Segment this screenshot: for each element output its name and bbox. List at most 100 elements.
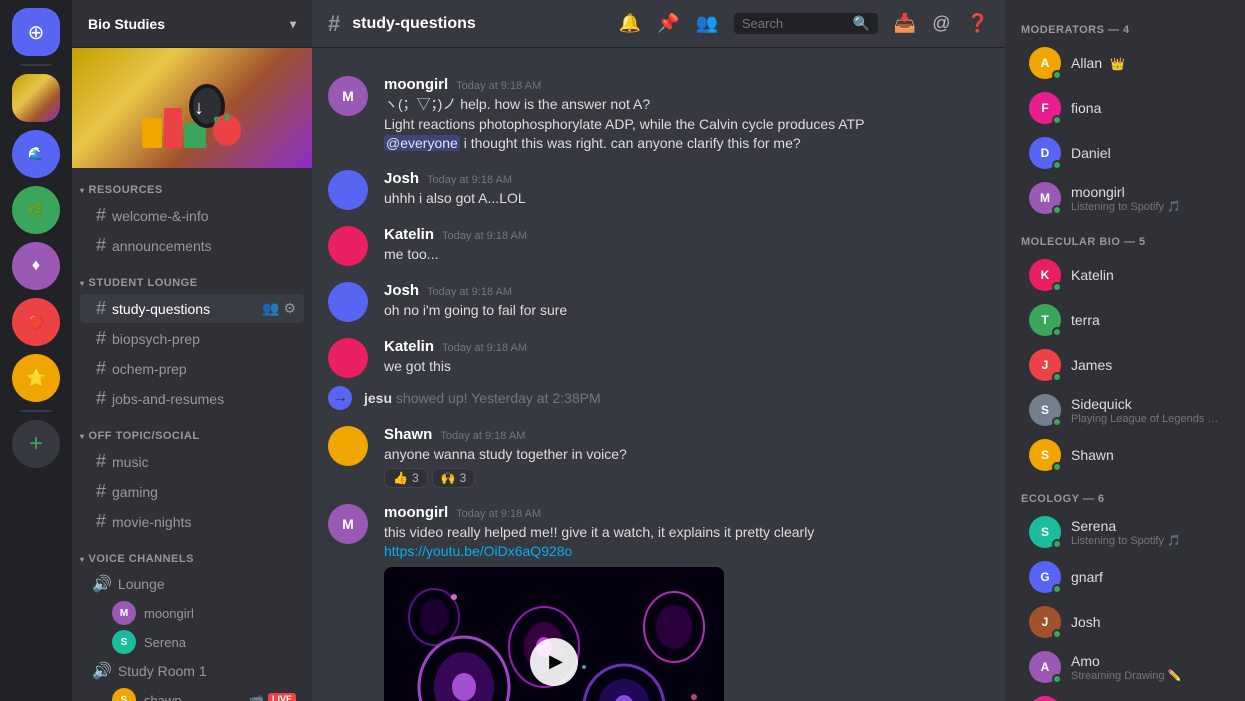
voice-channel-lounge[interactable]: 🔊 Lounge — [80, 570, 304, 598]
help-icon[interactable]: ❓ — [967, 13, 989, 34]
bell-icon[interactable]: 🔔 — [619, 13, 641, 34]
member-muffins[interactable]: M muffins — [1013, 690, 1237, 701]
server-name: Bio Studies — [88, 16, 165, 32]
reaction-thumbsup[interactable]: 👍 3 — [384, 468, 428, 488]
voice-member-shawn[interactable]: S shawn 📹 LIVE — [80, 686, 304, 701]
video-icon: 📹 — [249, 693, 264, 701]
member-name: gnarf — [1071, 569, 1103, 585]
member-avatar-daniel: D — [1029, 137, 1061, 169]
pin-icon[interactable]: 📌 — [657, 13, 679, 34]
voice-member-avatar: S — [112, 688, 136, 701]
mention: @everyone — [384, 135, 460, 151]
member-sidequick[interactable]: S Sidequick Playing League of Legends 🎮 — [1013, 388, 1237, 432]
search-box[interactable]: 🔍 — [734, 13, 878, 34]
settings-icon[interactable]: ⚙ — [283, 300, 296, 317]
voice-channel-study-room-1[interactable]: 🔊 Study Room 1 — [80, 657, 304, 685]
channel-list: ▾ RESOURCES # welcome-&-info # announcem… — [72, 168, 312, 701]
channel-music[interactable]: # music — [80, 447, 304, 476]
member-josh-ecology[interactable]: J Josh — [1013, 600, 1237, 644]
message-body: Josh Today at 9:18 AM oh no i'm going to… — [384, 282, 989, 322]
message-text: me too... — [384, 245, 989, 265]
server-divider-2 — [20, 410, 52, 412]
channel-ochem-prep[interactable]: # ochem-prep — [80, 354, 304, 383]
member-gnarf[interactable]: G gnarf — [1013, 555, 1237, 599]
voice-member-name: shawn — [144, 693, 182, 701]
play-button[interactable] — [530, 638, 578, 686]
channel-jobs-and-resumes[interactable]: # jobs-and-resumes — [80, 384, 304, 413]
member-name: moongirl — [1071, 184, 1221, 200]
members-category-moderators: MODERATORS — 4 — [1005, 16, 1245, 40]
member-daniel[interactable]: D Daniel — [1013, 131, 1237, 175]
server-icon-bio-studies[interactable] — [12, 74, 60, 122]
video-link[interactable]: https://youtu.be/OiDx6aQ928o — [384, 543, 572, 559]
member-shawn[interactable]: S Shawn — [1013, 433, 1237, 477]
message-body: Josh Today at 9:18 AM uhhh i also got A.… — [384, 170, 989, 210]
channel-biopsych-prep[interactable]: # biopsych-prep — [80, 324, 304, 353]
member-info: James — [1071, 357, 1221, 373]
voice-member-avatar: M — [112, 601, 136, 625]
member-info: Katelin — [1071, 267, 1221, 283]
channel-gaming[interactable]: # gaming — [80, 477, 304, 506]
message-katelin-2: Katelin Today at 9:18 AM we got this — [312, 330, 1005, 382]
message-time: Today at 9:18 AM — [456, 80, 541, 92]
server-header-chevron-icon: ▾ — [290, 17, 296, 31]
server-header[interactable]: Bio Studies ▾ — [72, 0, 312, 48]
channel-name: gaming — [112, 484, 158, 500]
member-terra[interactable]: T terra — [1013, 298, 1237, 342]
member-name: Shawn — [1071, 447, 1114, 463]
member-allan[interactable]: A Allan 👑 — [1013, 41, 1237, 85]
channel-name: movie-nights — [112, 514, 191, 530]
reaction-clap[interactable]: 🙌 3 — [432, 468, 476, 488]
server-icon-3[interactable]: 🌿 — [12, 186, 60, 234]
search-input[interactable] — [742, 16, 847, 31]
member-info: Sidequick Playing League of Legends 🎮 — [1071, 396, 1221, 425]
voice-member-serena[interactable]: S Serena — [80, 628, 304, 656]
channel-movie-nights[interactable]: # movie-nights — [80, 507, 304, 536]
channel-welcome-and-info[interactable]: # welcome-&-info — [80, 201, 304, 230]
member-avatar-muffins: M — [1029, 696, 1061, 701]
channel-name: biopsych-prep — [112, 331, 200, 347]
inbox-icon[interactable]: 📥 — [894, 13, 916, 34]
server-divider — [20, 64, 52, 66]
member-amo[interactable]: A Amo Streaming Drawing ✏️ — [1013, 645, 1237, 689]
svg-text:↓: ↓ — [194, 97, 204, 119]
category-off-topic-label: OFF TOPIC/SOCIAL — [89, 430, 200, 442]
member-info: fiona — [1071, 100, 1221, 116]
category-student-lounge[interactable]: ▾ STUDENT LOUNGE — [72, 261, 312, 293]
member-fiona[interactable]: F fiona — [1013, 86, 1237, 130]
member-katelin[interactable]: K Katelin — [1013, 253, 1237, 297]
message-shawn-1: Shawn Today at 9:18 AM anyone wanna stud… — [312, 418, 1005, 493]
message-author: Shawn — [384, 426, 432, 443]
channel-announcements[interactable]: # announcements — [80, 231, 304, 260]
category-voice-channels[interactable]: ▾ VOICE CHANNELS — [72, 537, 312, 569]
status-indicator — [1052, 462, 1062, 472]
member-james[interactable]: J James — [1013, 343, 1237, 387]
member-moongirl[interactable]: M moongirl Listening to Spotify 🎵 — [1013, 176, 1237, 220]
members-icon[interactable]: 👥 — [695, 13, 717, 34]
member-avatar-terra: T — [1029, 304, 1061, 336]
message-text: we got this — [384, 357, 989, 377]
server-icon-4[interactable]: ♦ — [12, 242, 60, 290]
server-icon-6[interactable]: ⭐ — [12, 354, 60, 402]
server-icon-5[interactable]: 🔴 — [12, 298, 60, 346]
member-serena[interactable]: S Serena Listening to Spotify 🎵 — [1013, 510, 1237, 554]
video-embed[interactable] — [384, 567, 724, 701]
main-content: # study-questions 🔔 📌 👥 🔍 📥 @ ❓ M moongi… — [312, 0, 1005, 701]
channel-name: welcome-&-info — [112, 208, 208, 224]
category-off-topic[interactable]: ▾ OFF TOPIC/SOCIAL — [72, 414, 312, 446]
message-text: uhhh i also got A...LOL — [384, 189, 989, 209]
at-icon[interactable]: @ — [932, 13, 950, 34]
status-indicator — [1052, 282, 1062, 292]
message-author: Josh — [384, 170, 419, 187]
add-server-button[interactable]: + — [12, 420, 60, 468]
discord-home-button[interactable]: ⊕ — [12, 8, 60, 56]
category-resources[interactable]: ▾ RESOURCES — [72, 168, 312, 200]
channel-study-questions[interactable]: # study-questions 👥 ⚙ — [80, 294, 304, 323]
channel-action-icons: 👥 ⚙ — [262, 300, 296, 317]
message-moongirl-2: M moongirl Today at 9:18 AM this video r… — [312, 496, 1005, 701]
voice-member-moongirl[interactable]: M moongirl — [80, 599, 304, 627]
add-members-icon[interactable]: 👥 — [262, 300, 279, 317]
server-icon-2[interactable]: 🌊 — [12, 130, 60, 178]
channel-name: jobs-and-resumes — [112, 391, 224, 407]
hash-icon: # — [96, 235, 106, 256]
